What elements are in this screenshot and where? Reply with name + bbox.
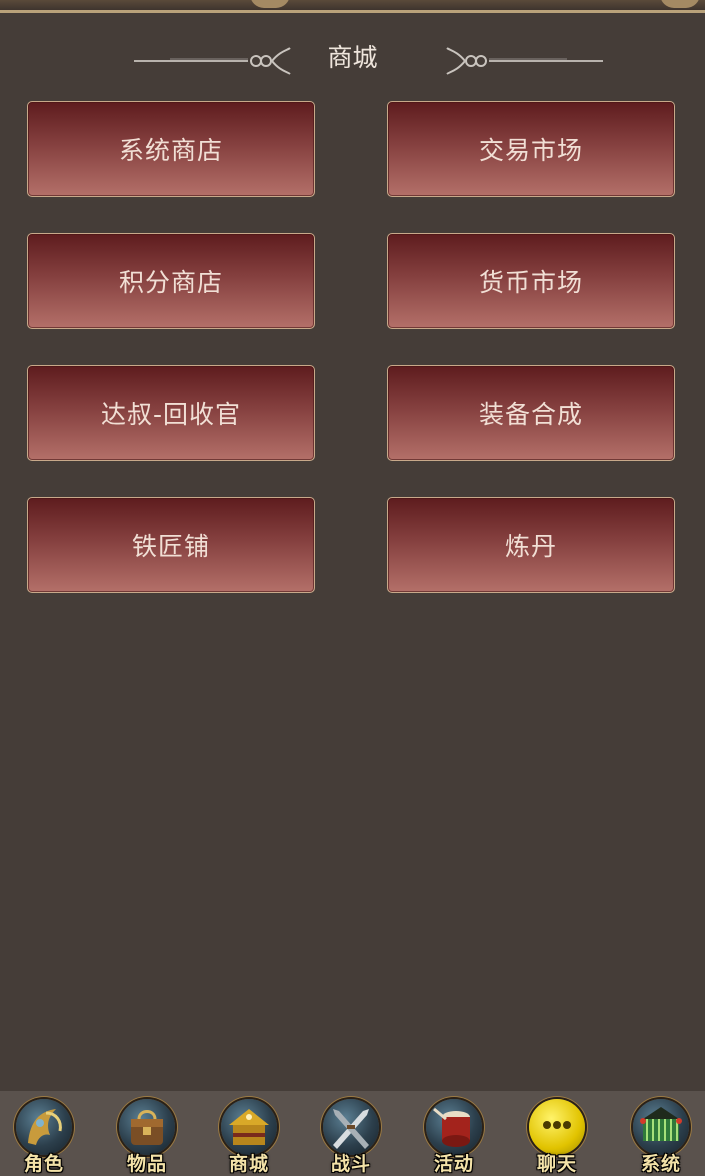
items-icon bbox=[119, 1099, 175, 1155]
character-icon bbox=[16, 1099, 72, 1155]
shop-icon bbox=[221, 1099, 277, 1155]
button-label: 铁匠铺 bbox=[131, 532, 210, 561]
recycler-button[interactable]: 达叔-回收官 bbox=[27, 365, 315, 461]
alchemy-button[interactable]: 炼丹 bbox=[387, 497, 675, 593]
top-banner bbox=[0, 0, 705, 13]
chat-icon bbox=[529, 1099, 585, 1155]
button-label: 达叔-回收官 bbox=[100, 400, 242, 429]
nav-item-items[interactable]: 物品 bbox=[115, 1099, 179, 1175]
currency-market-button[interactable]: 货币市场 bbox=[387, 233, 675, 329]
nav-item-activity[interactable]: 活动 bbox=[422, 1099, 486, 1175]
bottom-nav: 角色 物品 商城 战斗 活动 聊天 系统 bbox=[0, 1091, 705, 1176]
button-label: 系统商店 bbox=[118, 136, 223, 165]
page-header: 商城 bbox=[0, 38, 705, 82]
equipment-synthesis-button[interactable]: 装备合成 bbox=[387, 365, 675, 461]
battle-icon bbox=[323, 1099, 379, 1155]
activity-icon bbox=[426, 1099, 482, 1155]
nav-label: 活动 bbox=[433, 1153, 474, 1175]
banner-ornament bbox=[660, 0, 700, 8]
nav-item-battle[interactable]: 战斗 bbox=[319, 1099, 383, 1175]
right-flourish-icon bbox=[446, 47, 603, 75]
nav-item-shop[interactable]: 商城 bbox=[217, 1099, 281, 1175]
nav-label: 系统 bbox=[640, 1153, 681, 1175]
banner-ornament bbox=[250, 0, 290, 8]
trading-market-button[interactable]: 交易市场 bbox=[387, 101, 675, 197]
nav-label: 商城 bbox=[228, 1153, 269, 1175]
nav-item-chat[interactable]: 聊天 bbox=[525, 1099, 589, 1175]
system-icon bbox=[633, 1099, 689, 1155]
button-label: 货币市场 bbox=[478, 268, 583, 297]
nav-label: 物品 bbox=[126, 1153, 167, 1175]
nav-item-character[interactable]: 角色 bbox=[12, 1099, 76, 1175]
nav-label: 战斗 bbox=[330, 1153, 371, 1175]
button-label: 积分商店 bbox=[118, 268, 223, 297]
nav-label: 角色 bbox=[23, 1153, 64, 1175]
button-label: 炼丹 bbox=[504, 532, 557, 561]
button-label: 装备合成 bbox=[478, 400, 583, 429]
system-shop-button[interactable]: 系统商店 bbox=[27, 101, 315, 197]
button-label: 交易市场 bbox=[478, 136, 583, 165]
blacksmith-button[interactable]: 铁匠铺 bbox=[27, 497, 315, 593]
nav-label: 聊天 bbox=[536, 1153, 577, 1175]
nav-item-system[interactable]: 系统 bbox=[629, 1099, 693, 1175]
points-shop-button[interactable]: 积分商店 bbox=[27, 233, 315, 329]
